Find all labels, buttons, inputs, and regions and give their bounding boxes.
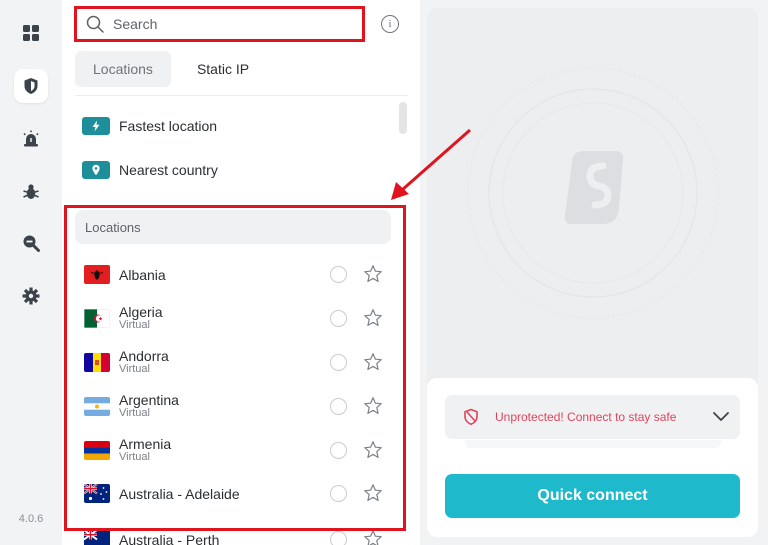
location-row-algeria[interactable]: Algeria Virtual [82, 299, 392, 339]
favorite-star-icon[interactable] [363, 264, 383, 284]
connection-status-dropdown[interactable]: Unprotected! Connect to stay safe [445, 395, 740, 439]
gear-icon [22, 287, 40, 305]
favorite-star-icon[interactable] [363, 529, 383, 545]
location-name: Andorra [119, 348, 169, 364]
surfshark-logo-graphic [467, 67, 719, 319]
flag-armenia [84, 441, 110, 460]
flag-australia [84, 484, 110, 503]
location-tabs: Locations Static IP [75, 51, 267, 87]
favorite-star-icon[interactable] [363, 483, 383, 503]
status-strip [465, 440, 721, 448]
quick-connect-button[interactable]: Quick connect [445, 474, 740, 518]
location-virtual-tag: Virtual [119, 319, 150, 331]
location-name: Argentina [119, 392, 179, 408]
tab-static-ip[interactable]: Static IP [179, 51, 267, 87]
location-virtual-tag: Virtual [119, 407, 150, 419]
rail-settings-button[interactable] [14, 279, 48, 313]
connection-status-text: Unprotected! Connect to stay safe [495, 410, 677, 424]
location-name: Australia - Adelaide [119, 486, 240, 502]
grid-icon [23, 25, 39, 41]
tab-divider [75, 95, 408, 96]
location-row-albania[interactable]: Albania [82, 255, 392, 295]
location-pin-icon [92, 164, 100, 176]
location-name: Albania [119, 267, 166, 283]
app-version: 4.0.6 [18, 513, 44, 525]
info-icon[interactable]: i [381, 15, 399, 33]
rail-alerts-button[interactable] [14, 122, 48, 156]
location-virtual-tag: Virtual [119, 363, 150, 375]
vpn-app-window: 4.0.6 i Locations Static IP Fastest loca… [0, 0, 768, 545]
rail-antivirus-button[interactable] [14, 175, 48, 209]
connect-radio[interactable] [330, 398, 347, 415]
rail-dashboard-button[interactable] [14, 16, 48, 50]
location-row-australia-adelaide[interactable]: Australia - Adelaide [82, 474, 392, 514]
alert-icon [23, 130, 39, 147]
connect-radio[interactable] [330, 485, 347, 502]
connect-radio[interactable] [330, 531, 347, 545]
favorite-star-icon[interactable] [363, 308, 383, 328]
fastest-location-option[interactable]: Fastest location [82, 115, 217, 137]
favorite-star-icon[interactable] [363, 396, 383, 416]
location-name: Australia - Perth [119, 532, 220, 545]
flag-argentina [84, 397, 110, 416]
shield-warning-icon [464, 408, 478, 426]
connect-radio[interactable] [330, 266, 347, 283]
flag-andorra [84, 353, 110, 372]
locations-section-header: Locations [75, 210, 391, 244]
connection-pane: Unprotected! Connect to stay safe Quick … [427, 8, 758, 537]
location-virtual-tag: Virtual [119, 451, 150, 463]
bolt-icon [92, 120, 100, 132]
scrollbar-thumb[interactable] [399, 102, 407, 134]
connect-radio[interactable] [330, 442, 347, 459]
search-box[interactable] [74, 6, 365, 42]
search-input[interactable] [113, 16, 353, 32]
left-nav-rail: 4.0.6 [0, 0, 62, 545]
chevron-down-icon [713, 412, 729, 421]
search-icon [86, 15, 104, 33]
nearest-country-option[interactable]: Nearest country [82, 159, 218, 181]
favorite-star-icon[interactable] [363, 352, 383, 372]
rail-vpn-button[interactable] [14, 69, 48, 103]
locations-panel: i Locations Static IP Fastest location N… [62, 0, 420, 545]
flag-algeria [84, 309, 110, 328]
search-zoom-icon [23, 235, 40, 252]
tab-locations[interactable]: Locations [75, 51, 171, 87]
location-name: Algeria [119, 304, 163, 320]
location-name: Armenia [119, 436, 172, 452]
location-row-andorra[interactable]: Andorra Virtual [82, 343, 392, 383]
location-row-argentina[interactable]: Argentina Virtual [82, 387, 392, 427]
flag-australia [84, 530, 110, 545]
fastest-location-label: Fastest location [119, 118, 218, 134]
location-row-armenia[interactable]: Armenia Virtual [82, 431, 392, 471]
connect-radio[interactable] [330, 310, 347, 327]
shield-icon [24, 78, 38, 94]
nearest-country-label: Nearest country [119, 162, 218, 178]
favorite-star-icon[interactable] [363, 440, 383, 460]
flag-albania [84, 265, 110, 284]
connect-radio[interactable] [330, 354, 347, 371]
connection-card: Unprotected! Connect to stay safe Quick … [427, 378, 758, 537]
location-row-australia-perth[interactable]: Australia - Perth [82, 520, 392, 545]
rail-search-button[interactable] [14, 226, 48, 260]
bug-icon [23, 184, 39, 199]
